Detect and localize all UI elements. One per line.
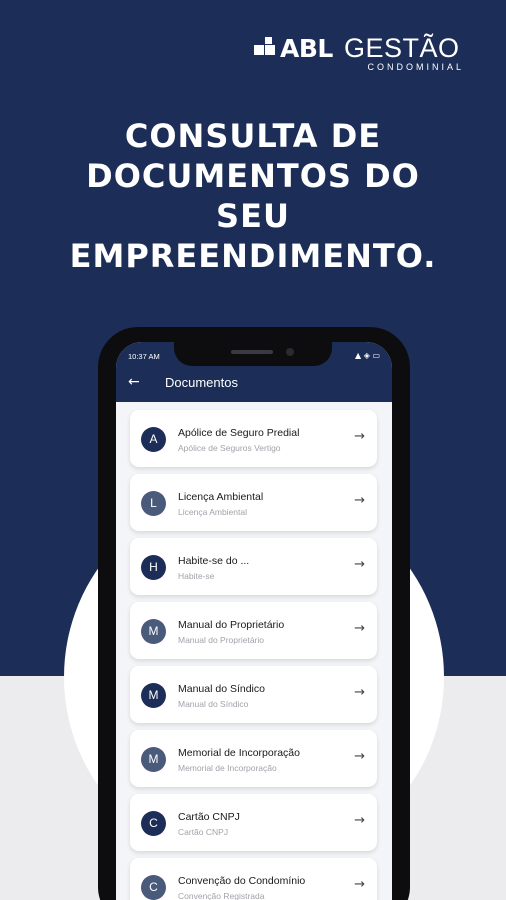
document-title: Cartão CNPJ bbox=[178, 811, 240, 823]
document-item[interactable]: L Licença Ambiental Licença Ambiental → bbox=[130, 474, 377, 531]
document-avatar: M bbox=[141, 683, 166, 708]
document-item[interactable]: M Manual do Síndico Manual do Síndico → bbox=[130, 666, 377, 723]
document-title: Convenção do Condomínio bbox=[178, 875, 306, 887]
document-item[interactable]: M Manual do Proprietário Manual do Propr… bbox=[130, 602, 377, 659]
document-title: Apólice de Seguro Predial bbox=[178, 427, 300, 439]
headline-line: EMPREENDIMENTO. bbox=[69, 237, 437, 275]
brand-tagline: CONDOMINIAL bbox=[367, 62, 464, 72]
document-subtitle: Manual do Proprietário bbox=[178, 635, 264, 645]
arrow-right-icon[interactable]: → bbox=[354, 494, 365, 508]
screen-title: Documentos bbox=[165, 375, 238, 390]
document-item[interactable]: H Habite-se do ... Habite-se → bbox=[130, 538, 377, 595]
arrow-right-icon[interactable]: → bbox=[354, 686, 365, 700]
document-avatar: A bbox=[141, 427, 166, 452]
back-arrow-icon[interactable]: ← bbox=[128, 374, 140, 390]
phone-speaker bbox=[231, 350, 273, 354]
arrow-right-icon[interactable]: → bbox=[354, 750, 365, 764]
document-subtitle: Manual do Síndico bbox=[178, 699, 249, 709]
headline-line: DOCUMENTOS DO bbox=[86, 157, 420, 195]
document-title: Licença Ambiental bbox=[178, 491, 264, 503]
brand-logo: ABL GESTÃO CONDOMINIAL bbox=[254, 33, 468, 74]
document-subtitle: Apólice de Seguros Vertigo bbox=[178, 443, 281, 453]
document-item[interactable]: C Cartão CNPJ Cartão CNPJ → bbox=[130, 794, 377, 851]
status-icons: ▲ ◈ ▭ bbox=[355, 351, 380, 360]
document-avatar: M bbox=[141, 619, 166, 644]
document-subtitle: Memorial de Incorporação bbox=[178, 763, 277, 773]
document-subtitle: Licença Ambiental bbox=[178, 507, 247, 517]
document-item[interactable]: A Apólice de Seguro Predial Apólice de S… bbox=[130, 410, 377, 467]
document-avatar: M bbox=[141, 747, 166, 772]
arrow-right-icon[interactable]: → bbox=[354, 430, 365, 444]
document-title: Manual do Síndico bbox=[178, 683, 265, 695]
arrow-right-icon[interactable]: → bbox=[354, 558, 365, 572]
document-subtitle: Cartão CNPJ bbox=[178, 827, 229, 837]
document-avatar: H bbox=[141, 555, 166, 580]
document-title: Memorial de Incorporação bbox=[178, 747, 300, 759]
document-subtitle: Convenção Registrada bbox=[178, 891, 265, 900]
arrow-right-icon[interactable]: → bbox=[354, 878, 365, 892]
document-avatar: L bbox=[141, 491, 166, 516]
headline-line: CONSULTA DE bbox=[124, 117, 382, 155]
document-item[interactable]: M Memorial de Incorporação Memorial de I… bbox=[130, 730, 377, 787]
status-time: 10:37 AM bbox=[128, 352, 160, 361]
document-item[interactable]: C Convenção do Condomínio Convenção Regi… bbox=[130, 858, 377, 900]
document-title: Manual do Proprietário bbox=[178, 619, 285, 631]
brand-name: ABL bbox=[280, 34, 333, 63]
headline-line: SEU bbox=[216, 197, 290, 235]
document-title: Habite-se do ... bbox=[178, 555, 250, 567]
logo-mark-icon bbox=[254, 37, 275, 55]
document-avatar: C bbox=[141, 875, 166, 900]
document-list: A Apólice de Seguro Predial Apólice de S… bbox=[130, 410, 377, 900]
headline: CONSULTA DE DOCUMENTOS DO SEU EMPREENDIM… bbox=[0, 116, 506, 276]
brand-name-secondary: GESTÃO bbox=[344, 33, 460, 63]
document-subtitle: Habite-se bbox=[178, 571, 215, 581]
phone-camera-icon bbox=[286, 348, 294, 356]
document-avatar: C bbox=[141, 811, 166, 836]
phone-screen: 10:37 AM ▲ ◈ ▭ ← Documentos A Apólice de… bbox=[116, 342, 392, 900]
arrow-right-icon[interactable]: → bbox=[354, 814, 365, 828]
arrow-right-icon[interactable]: → bbox=[354, 622, 365, 636]
